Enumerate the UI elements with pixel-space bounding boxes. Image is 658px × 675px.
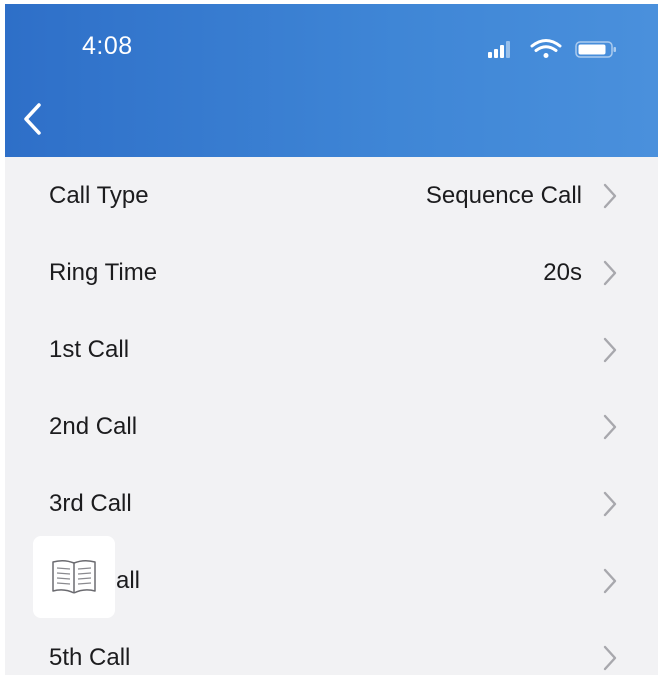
- chevron-right-icon: [603, 183, 617, 208]
- battery-icon: [575, 41, 616, 58]
- ring-time-row[interactable]: Ring Time 20s: [5, 234, 658, 311]
- row-label: 2nd Call: [49, 412, 138, 440]
- row-label: Ring Time: [49, 258, 158, 286]
- header-bar: 4:08: [5, 4, 658, 157]
- back-button[interactable]: [15, 99, 49, 139]
- row-label: Call Type: [49, 181, 149, 209]
- app-screen: 4:08 Call Type Sequence Call Ring Time 2…: [5, 4, 658, 675]
- row-value: Sequence Call: [425, 181, 582, 209]
- status-icons: [480, 37, 620, 59]
- row-label: 1st Call: [49, 335, 130, 363]
- chevron-right-icon: [603, 645, 617, 670]
- third-call-row[interactable]: 3rd Call: [5, 465, 658, 542]
- fifth-call-row[interactable]: 5th Call: [5, 619, 658, 675]
- chevron-right-icon: [603, 414, 617, 439]
- chevron-right-icon: [603, 491, 617, 516]
- row-value: 20s: [543, 258, 582, 286]
- book-icon: [52, 559, 96, 594]
- row-label: 3rd Call: [49, 489, 132, 517]
- call-type-row[interactable]: Call Type Sequence Call: [5, 157, 658, 234]
- chevron-right-icon: [603, 568, 617, 593]
- chevron-right-icon: [603, 260, 617, 285]
- chevron-right-icon: [603, 337, 617, 362]
- chevron-left-icon: [24, 103, 41, 135]
- status-time: 4:08: [82, 32, 133, 60]
- first-call-row[interactable]: 1st Call: [5, 311, 658, 388]
- wifi-icon: [530, 39, 562, 58]
- reader-overlay-button[interactable]: [33, 536, 115, 618]
- row-label: all: [116, 566, 141, 594]
- row-label: 5th Call: [49, 643, 131, 671]
- signal-icon: [488, 41, 510, 58]
- second-call-row[interactable]: 2nd Call: [5, 388, 658, 465]
